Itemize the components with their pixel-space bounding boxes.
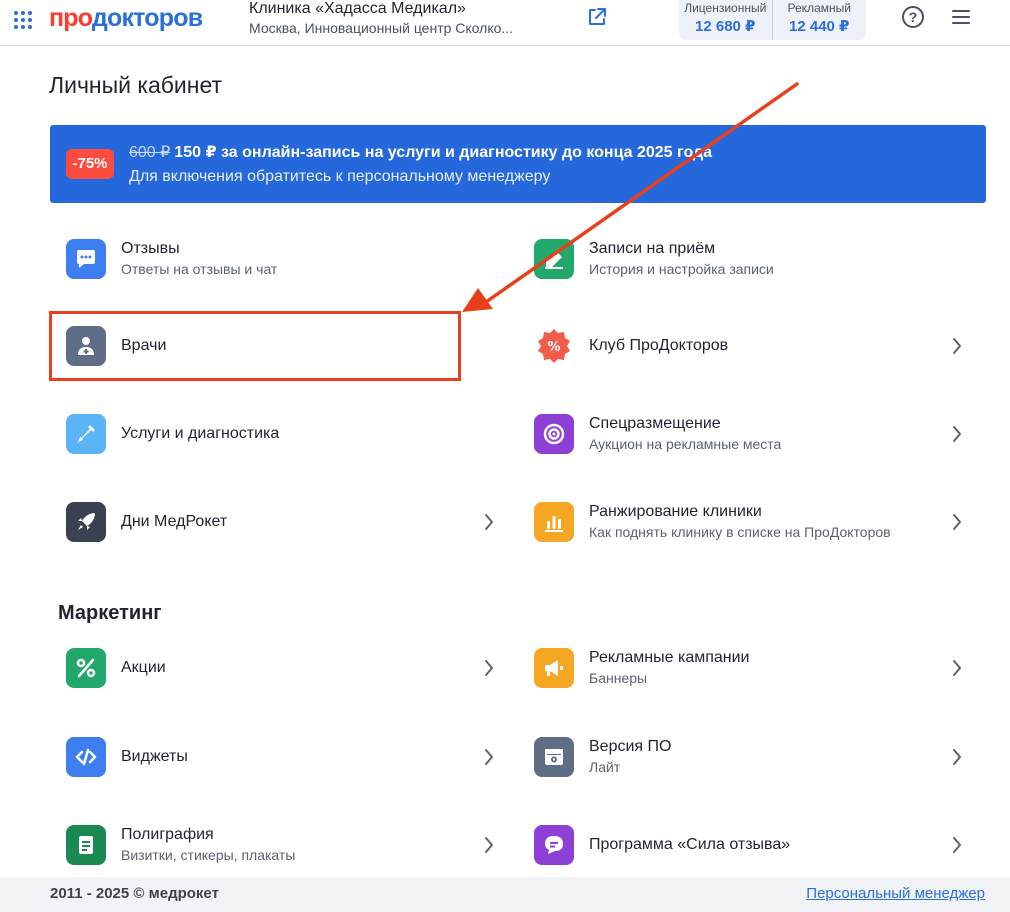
menu-item-title: Программа «Сила отзыва» (589, 836, 791, 853)
chat-icon (66, 239, 106, 279)
hamburger-menu-icon[interactable] (952, 10, 970, 24)
menu-item-special-placement[interactable]: Спецразмещение Аукцион на рекламные мест… (518, 404, 968, 464)
menu-item-appointments[interactable]: Записи на приём История и настройка запи… (518, 229, 968, 289)
menu-item-ad-campaigns[interactable]: Рекламные кампании Баннеры (518, 638, 968, 698)
menu-item-ranking[interactable]: Ранжирование клиники Как поднять клинику… (518, 492, 968, 552)
license-balance: Лицензионный 12 680 ₽ (679, 0, 773, 40)
menu-item-subtitle: Ответы на отзывы и чат (121, 261, 278, 277)
chevron-right-icon (485, 837, 493, 853)
promo-subtext: Для включения обратитесь к персональному… (129, 168, 551, 185)
menu-item-software-version[interactable]: Версия ПО Лайт (518, 727, 968, 787)
promo-headline: 600 ₽150 ₽ за онлайн-запись на услуги и … (129, 142, 712, 162)
ad-balance-label: Рекламный (787, 1, 851, 15)
copyright: 2011 - 2025 © медрокет (50, 885, 219, 902)
top-header: продокторов Клиника «Хадасса Медикал» Мо… (0, 0, 1010, 46)
menu-item-club[interactable]: % Клуб ПроДокторов (518, 316, 968, 376)
external-link-icon[interactable] (586, 6, 608, 28)
chevron-right-icon (953, 338, 961, 354)
menu-item-promotions[interactable]: Акции (50, 638, 500, 698)
menu-item-title: Записи на приём (589, 240, 716, 257)
menu-item-title: Рекламные кампании (589, 649, 750, 666)
menu-item-title: Клуб ПроДокторов (589, 337, 729, 354)
clinic-address: Москва, Инновационный центр Сколко... (249, 20, 514, 36)
target-icon (534, 414, 574, 454)
promo-old-price: 600 ₽ (129, 144, 171, 161)
chevron-right-icon (953, 514, 961, 530)
chevron-right-icon (953, 749, 961, 765)
menu-item-widgets[interactable]: Виджеты (50, 727, 500, 787)
discount-badge-icon: % (534, 326, 574, 366)
edit-icon (534, 239, 574, 279)
syringe-icon (66, 414, 106, 454)
percent-icon (66, 648, 106, 688)
clinic-name[interactable]: Клиника «Хадасса Медикал» (249, 0, 466, 18)
marketing-section-title: Маркетинг (58, 602, 162, 624)
chevron-right-icon (485, 749, 493, 765)
highlight-box (49, 311, 461, 381)
menu-item-printing[interactable]: Полиграфия Визитки, стикеры, плакаты (50, 815, 500, 875)
apps-grid-icon[interactable] (12, 9, 32, 29)
menu-item-subtitle: Как поднять клинику в списке на ПроДокто… (589, 524, 891, 540)
page-title: Личный кабинет (49, 72, 223, 98)
logo-part-2: докторов (91, 4, 203, 32)
settings-window-icon (534, 737, 574, 777)
ad-balance-value: 12 440 ₽ (789, 18, 850, 35)
menu-item-subtitle: Визитки, стикеры, плакаты (121, 847, 296, 863)
svg-text:%: % (547, 340, 560, 355)
rocket-icon (66, 502, 106, 542)
discount-badge: -75% (66, 149, 114, 179)
chevron-right-icon (953, 837, 961, 853)
bar-chart-icon (534, 502, 574, 542)
menu-item-services[interactable]: Услуги и диагностика (50, 404, 500, 464)
menu-item-subtitle: Баннеры (589, 670, 648, 686)
chevron-right-icon (485, 660, 493, 676)
menu-item-title: Спецразмещение (589, 415, 721, 432)
document-icon (66, 825, 106, 865)
menu-item-reviews[interactable]: Отзывы Ответы на отзывы и чат (50, 229, 500, 289)
menu-item-title: Виджеты (121, 748, 188, 765)
chevron-right-icon (953, 426, 961, 442)
menu-item-review-power[interactable]: Программа «Сила отзыва» (518, 815, 968, 875)
menu-item-subtitle: История и настройка записи (589, 261, 774, 277)
menu-item-title: Дни МедРокет (121, 513, 228, 530)
help-icon[interactable]: ? (902, 6, 924, 28)
balance-panel[interactable]: Лицензионный 12 680 ₽ Рекламный 12 440 ₽ (679, 0, 866, 40)
menu-item-subtitle: Аукцион на рекламные места (589, 436, 782, 452)
menu-item-title: Отзывы (121, 240, 180, 257)
promo-text: 150 ₽ за онлайн-запись на услуги и диагн… (174, 144, 713, 161)
menu-item-title: Акции (121, 659, 166, 676)
license-balance-value: 12 680 ₽ (695, 18, 756, 35)
chevron-right-icon (953, 660, 961, 676)
chevron-right-icon (485, 514, 493, 530)
menu-item-title: Ранжирование клиники (589, 503, 762, 520)
logo-part-1: про (49, 4, 93, 32)
review-chat-icon (534, 825, 574, 865)
menu-item-subtitle: Лайт (589, 759, 621, 775)
promo-banner[interactable]: -75% 600 ₽150 ₽ за онлайн-запись на услу… (50, 125, 986, 203)
code-icon (66, 737, 106, 777)
megaphone-icon (534, 648, 574, 688)
menu-item-medrocket-days[interactable]: Дни МедРокет (50, 492, 500, 552)
prodoctorov-logo[interactable]: продокторов (49, 4, 203, 33)
footer: 2011 - 2025 © медрокет Персональный мене… (0, 877, 1010, 912)
menu-item-title: Услуги и диагностика (121, 425, 280, 442)
personal-manager-link[interactable]: Персональный менеджер (806, 885, 985, 902)
license-balance-label: Лицензионный (684, 1, 767, 15)
menu-item-title: Версия ПО (589, 738, 672, 755)
ad-balance: Рекламный 12 440 ₽ (773, 0, 867, 40)
menu-item-title: Полиграфия (121, 826, 214, 843)
